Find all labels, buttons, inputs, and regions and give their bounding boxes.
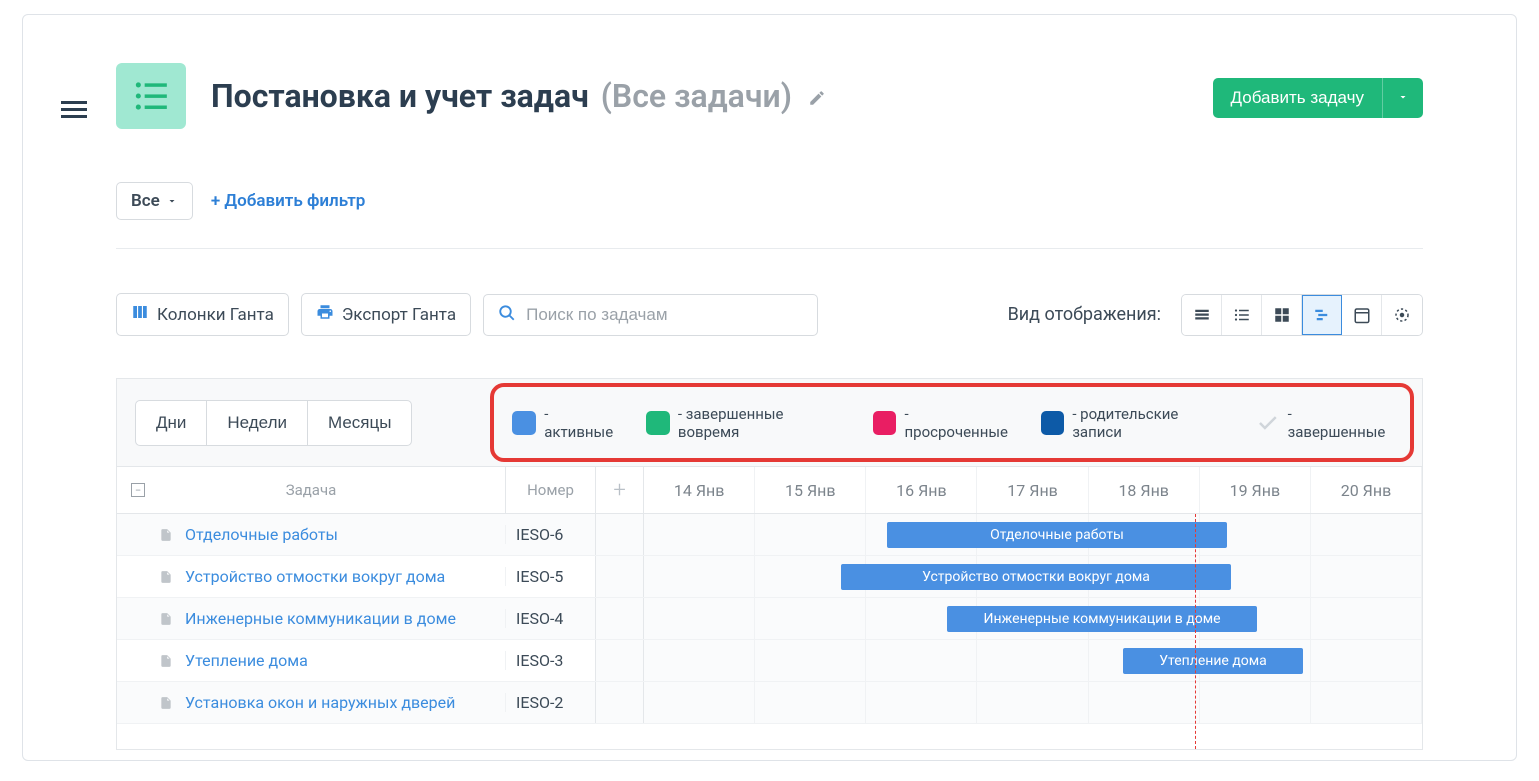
view-target-button[interactable] <box>1382 295 1422 335</box>
date-header: 14 Янв <box>644 467 755 513</box>
print-icon <box>316 303 334 326</box>
file-icon <box>159 611 173 627</box>
legend-item: - активные <box>512 405 620 441</box>
app-icon <box>116 63 186 129</box>
task-number: IESO-3 <box>505 651 595 670</box>
chevron-down-icon <box>1397 91 1409 103</box>
kanban-icon <box>1273 306 1291 324</box>
legend-label: - активные <box>544 405 620 441</box>
legend-swatch <box>1041 411 1065 435</box>
task-number: IESO-4 <box>505 609 595 628</box>
table-icon <box>1193 306 1211 324</box>
task-number: IESO-2 <box>505 693 595 712</box>
legend-swatch <box>873 411 897 435</box>
view-mode-switcher <box>1181 294 1423 336</box>
filter-all-label: Все <box>131 191 160 211</box>
hamburger-menu[interactable] <box>61 97 87 122</box>
add-task-button[interactable]: Добавить задачу <box>1213 78 1382 118</box>
column-task-header: Задача <box>286 481 337 499</box>
task-link[interactable]: Устройство отмостки вокруг дома <box>185 567 445 586</box>
view-calendar-button[interactable] <box>1342 295 1382 335</box>
legend-item: - завершенные <box>1256 405 1392 441</box>
file-icon <box>159 653 173 669</box>
edit-title-icon[interactable] <box>808 89 826 111</box>
table-row: Устройство отмостки вокруг дома IESO-5 <box>117 556 595 598</box>
file-icon <box>159 695 173 711</box>
table-row: Отделочные работы IESO-6 <box>117 514 595 556</box>
date-header: 19 Янв <box>1200 467 1311 513</box>
legend: - активные - завершенные вовремя - просроч… <box>490 383 1414 462</box>
view-kanban-button[interactable] <box>1262 295 1302 335</box>
legend-label: - завершенные вовремя <box>678 405 847 441</box>
page-subtitle: (Все задачи) <box>601 77 792 115</box>
date-header: 16 Янв <box>866 467 977 513</box>
legend-item: - просроченные <box>873 405 1015 441</box>
legend-item: - родительские записи <box>1041 405 1230 441</box>
table-row: Утепление дома IESO-3 <box>117 640 595 682</box>
gantt-export-label: Экспорт Ганта <box>342 305 456 325</box>
add-task-dropdown[interactable] <box>1382 78 1423 118</box>
search-field-wrap[interactable] <box>483 294 818 336</box>
gantt-bar[interactable]: Устройство отмостки вокруг дома <box>841 564 1231 590</box>
gantt-grid-row <box>595 682 1422 724</box>
target-icon <box>1393 306 1411 324</box>
view-gantt-button[interactable] <box>1302 295 1342 335</box>
gantt-icon <box>1313 306 1331 324</box>
task-link[interactable]: Установка окон и наружных дверей <box>185 693 455 712</box>
file-icon <box>159 527 173 543</box>
search-input[interactable] <box>526 305 803 325</box>
file-icon <box>159 569 173 585</box>
scale-days-tab[interactable]: Дни <box>135 400 207 446</box>
gantt-bar[interactable]: Отделочные работы <box>887 522 1227 548</box>
view-table-button[interactable] <box>1182 295 1222 335</box>
table-row: Инженерные коммуникации в доме IESO-4 <box>117 598 595 640</box>
scale-months-tab[interactable]: Месяцы <box>307 400 412 446</box>
gantt-bar[interactable]: Инженерные коммуникации в доме <box>947 606 1257 632</box>
date-header: 20 Янв <box>1311 467 1422 513</box>
legend-label: - родительские записи <box>1072 405 1230 441</box>
task-link[interactable]: Инженерные коммуникации в доме <box>185 609 456 628</box>
columns-icon <box>131 303 149 326</box>
view-list-button[interactable] <box>1222 295 1262 335</box>
task-link[interactable]: Утепление дома <box>185 651 308 670</box>
legend-item: - завершенные вовремя <box>646 405 847 441</box>
collapse-all-toggle[interactable]: − <box>131 483 145 497</box>
task-link[interactable]: Отделочные работы <box>185 525 338 544</box>
page-title: Постановка и учет задач <box>211 77 589 115</box>
add-filter-link[interactable]: + Добавить фильтр <box>211 191 366 211</box>
current-time-line <box>1195 514 1196 749</box>
legend-swatch <box>646 411 670 435</box>
task-number: IESO-6 <box>505 525 595 544</box>
list-icon <box>132 77 170 115</box>
scale-weeks-tab[interactable]: Недели <box>207 400 307 446</box>
legend-label: - завершенные <box>1288 405 1392 441</box>
gantt-bar[interactable]: Утепление дома <box>1123 648 1303 674</box>
gantt-export-button[interactable]: Экспорт Ганта <box>301 293 471 336</box>
table-row: Установка окон и наружных дверей IESO-2 <box>117 682 595 724</box>
list-icon <box>1233 306 1251 324</box>
date-header: 17 Янв <box>977 467 1088 513</box>
date-header: 15 Янв <box>755 467 866 513</box>
add-column-button[interactable]: + <box>595 467 644 513</box>
filter-all-dropdown[interactable]: Все <box>116 182 193 220</box>
gantt-columns-button[interactable]: Колонки Ганта <box>116 293 289 336</box>
gantt-columns-label: Колонки Ганта <box>157 305 274 325</box>
check-icon <box>1256 411 1280 435</box>
view-mode-label: Вид отображения: <box>1008 304 1161 325</box>
search-icon <box>498 304 516 326</box>
calendar-icon <box>1353 306 1371 324</box>
date-header: 18 Янв <box>1089 467 1200 513</box>
column-number-header: Номер <box>505 467 595 513</box>
legend-label: - просроченные <box>904 405 1014 441</box>
task-number: IESO-5 <box>505 567 595 586</box>
chevron-down-icon <box>166 195 178 207</box>
legend-swatch <box>512 411 536 435</box>
